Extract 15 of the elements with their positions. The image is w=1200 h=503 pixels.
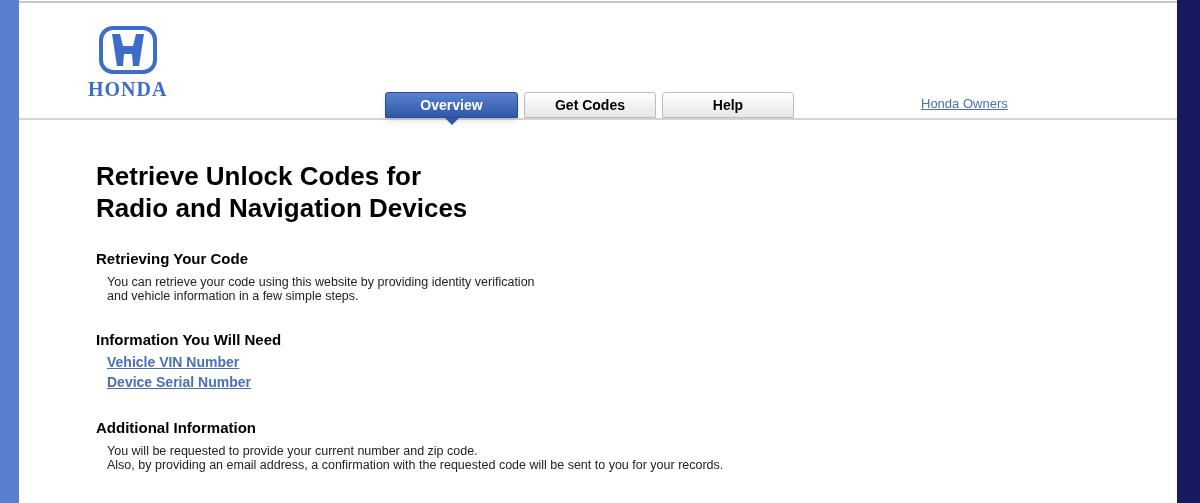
section-paragraph: You can retrieve your code using this website by providing identity verification and vehicle information in a few simple steps. [107, 275, 535, 303]
info-link[interactable]: Device Serial Number [107, 374, 251, 391]
section-heading: Additional Information [96, 419, 257, 437]
tab[interactable]: Overview [385, 92, 518, 118]
section-heading: Information You Will Need [96, 331, 283, 349]
page-title: Retrieve Unlock Codes for Radio and Navigation Devices [96, 160, 469, 224]
logo-icon [97, 25, 158, 75]
tab[interactable]: Help [662, 92, 794, 118]
logo-wordmark: HONDA [88, 79, 168, 99]
tab[interactable]: Get Codes [524, 92, 656, 118]
tab-pointer [445, 118, 459, 125]
section-paragraph: You will be requested to provide your current number and zip code. Also, by providing an email address, a confirmation with the requested code will be sent to you for your records. [107, 444, 724, 472]
section-heading: Retrieving Your Code [96, 250, 249, 268]
honda-owners-link[interactable]: Honda Owners [921, 93, 1008, 113]
info-link[interactable]: Vehicle VIN Number [107, 354, 240, 371]
